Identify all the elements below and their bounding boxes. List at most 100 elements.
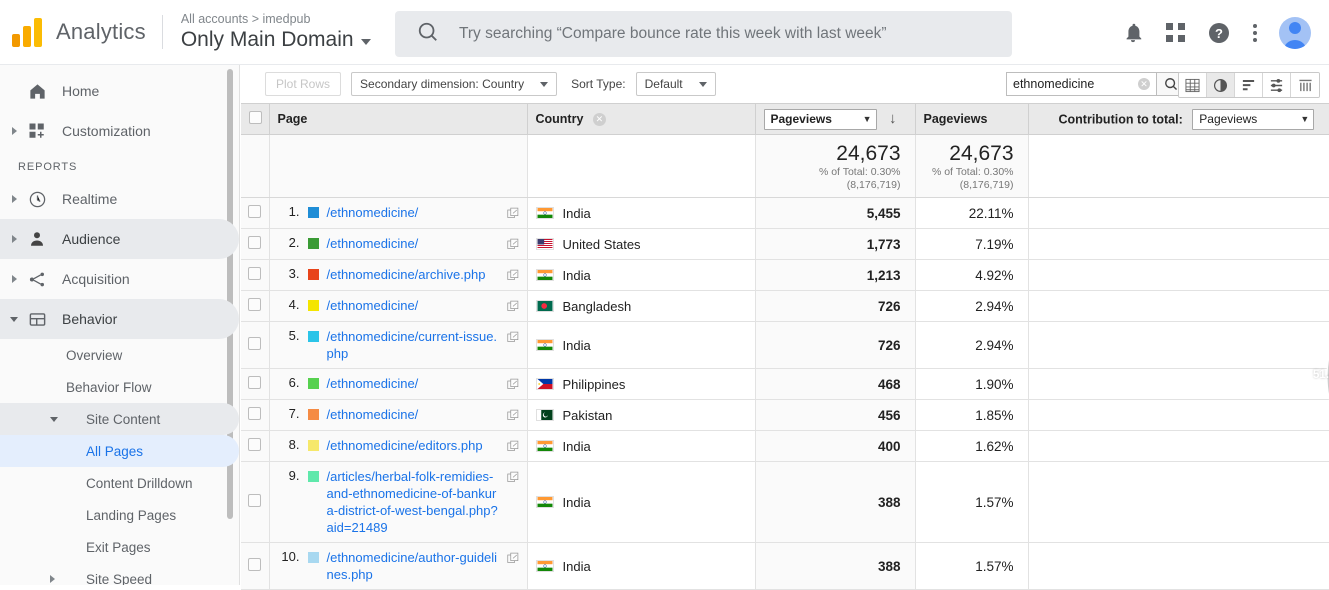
row-select-cell[interactable] bbox=[241, 543, 269, 590]
sidebar-item-overview[interactable]: Overview bbox=[0, 339, 239, 371]
sidebar-item-customization[interactable]: Customization bbox=[0, 111, 239, 151]
row-checkbox[interactable] bbox=[248, 267, 261, 280]
sidebar-item-acquisition[interactable]: Acquisition bbox=[0, 259, 239, 299]
select-all-header[interactable] bbox=[241, 104, 269, 135]
expand-arrow-icon[interactable] bbox=[6, 127, 22, 135]
row-select-cell[interactable] bbox=[241, 462, 269, 543]
row-checkbox[interactable] bbox=[248, 407, 261, 420]
row-checkbox[interactable] bbox=[248, 494, 261, 507]
row-page-link[interactable]: /ethnomedicine/editors.php bbox=[327, 437, 501, 454]
expand-arrow-icon[interactable] bbox=[6, 275, 22, 283]
expand-arrow-icon[interactable] bbox=[6, 195, 22, 203]
table-row[interactable]: 3./ethnomedicine/archive.phpIndia1,2134.… bbox=[241, 260, 1329, 291]
clear-icon[interactable]: ✕ bbox=[1138, 78, 1150, 90]
table-row[interactable]: 4./ethnomedicine/Bangladesh7262.94% bbox=[241, 291, 1329, 322]
sidebar-item-behavior[interactable]: Behavior bbox=[0, 299, 239, 339]
row-select-cell[interactable] bbox=[241, 198, 269, 229]
open-external-icon[interactable] bbox=[507, 378, 519, 393]
sidebar-item-site-content[interactable]: Site Content bbox=[0, 403, 239, 435]
row-select-cell[interactable] bbox=[241, 400, 269, 431]
row-page-link[interactable]: /ethnomedicine/ bbox=[327, 235, 501, 252]
sidebar-item-content-drilldown[interactable]: Content Drilldown bbox=[0, 467, 239, 499]
row-select-cell[interactable] bbox=[241, 369, 269, 400]
row-select-cell[interactable] bbox=[241, 229, 269, 260]
open-external-icon[interactable] bbox=[507, 300, 519, 315]
table-row[interactable]: 1./ethnomedicine/India5,45522.11% bbox=[241, 198, 1329, 229]
row-checkbox[interactable] bbox=[248, 376, 261, 389]
sidebar-item-landing-pages[interactable]: Landing Pages bbox=[0, 499, 239, 531]
sidebar-item-behavior-flow[interactable]: Behavior Flow bbox=[0, 371, 239, 403]
column-header-country[interactable]: Country ✕ bbox=[527, 104, 755, 135]
open-external-icon[interactable] bbox=[507, 440, 519, 455]
apps-grid-icon[interactable] bbox=[1166, 23, 1185, 42]
row-checkbox[interactable] bbox=[248, 205, 261, 218]
row-select-cell[interactable] bbox=[241, 260, 269, 291]
column-header-page[interactable]: Page bbox=[269, 104, 527, 135]
table-view-icon[interactable] bbox=[1179, 73, 1207, 97]
table-row[interactable]: 2./ethnomedicine/United States1,7737.19% bbox=[241, 229, 1329, 260]
metric-select[interactable]: Pageviews ▼ bbox=[764, 109, 877, 130]
collapse-arrow-icon[interactable] bbox=[50, 417, 58, 422]
table-row[interactable]: 6./ethnomedicine/Philippines4681.90% bbox=[241, 369, 1329, 400]
table-row[interactable]: 7./ethnomedicine/Pakistan4561.85% bbox=[241, 400, 1329, 431]
pie-view-icon[interactable] bbox=[1207, 73, 1235, 97]
collapse-arrow-icon[interactable] bbox=[6, 317, 22, 322]
column-header-pageviews[interactable]: Pageviews bbox=[915, 104, 1028, 135]
global-search[interactable] bbox=[395, 11, 1012, 57]
row-checkbox[interactable] bbox=[248, 438, 261, 451]
table-row[interactable]: 9./articles/herbal-folk-remidies-and-eth… bbox=[241, 462, 1329, 543]
row-select-cell[interactable] bbox=[241, 322, 269, 369]
row-page-link[interactable]: /ethnomedicine/ bbox=[327, 204, 501, 221]
kebab-menu-icon[interactable] bbox=[1253, 24, 1257, 42]
row-page-link[interactable]: /articles/herbal-folk-remidies-and-ethno… bbox=[327, 468, 501, 536]
sidebar-item-home[interactable]: Home bbox=[0, 71, 239, 111]
expand-arrow-icon[interactable] bbox=[50, 575, 55, 583]
sidebar-item-site-speed[interactable]: Site Speed bbox=[0, 563, 239, 585]
sidebar-item-exit-pages[interactable]: Exit Pages bbox=[0, 531, 239, 563]
row-page-link[interactable]: /ethnomedicine/ bbox=[327, 297, 501, 314]
performance-view-icon[interactable] bbox=[1235, 73, 1263, 97]
row-select-cell[interactable] bbox=[241, 291, 269, 322]
property-selector[interactable]: Only Main Domain bbox=[181, 27, 371, 53]
open-external-icon[interactable] bbox=[507, 471, 519, 486]
pivot-view-icon[interactable] bbox=[1291, 73, 1319, 97]
row-checkbox[interactable] bbox=[248, 236, 261, 249]
row-checkbox[interactable] bbox=[248, 337, 261, 350]
row-page-link[interactable]: /ethnomedicine/ bbox=[327, 375, 501, 392]
search-input[interactable] bbox=[459, 25, 979, 43]
secondary-dimension-button[interactable]: Secondary dimension: Country bbox=[351, 72, 557, 96]
row-page-link[interactable]: /ethnomedicine/ bbox=[327, 406, 501, 423]
sidebar-item-realtime[interactable]: Realtime bbox=[0, 179, 239, 219]
plot-rows-button[interactable]: Plot Rows bbox=[265, 72, 341, 96]
expand-arrow-icon[interactable] bbox=[6, 235, 22, 243]
remove-dimension-icon[interactable]: ✕ bbox=[593, 113, 606, 126]
open-external-icon[interactable] bbox=[507, 331, 519, 346]
sort-descending-icon[interactable]: ↓ bbox=[889, 110, 897, 127]
row-checkbox[interactable] bbox=[248, 558, 261, 571]
open-external-icon[interactable] bbox=[507, 269, 519, 284]
open-external-icon[interactable] bbox=[507, 552, 519, 567]
open-external-icon[interactable] bbox=[507, 238, 519, 253]
bell-icon[interactable] bbox=[1122, 22, 1144, 44]
table-row[interactable]: 10./ethnomedicine/author-guidelines.phpI… bbox=[241, 543, 1329, 590]
row-page-link[interactable]: /ethnomedicine/archive.php bbox=[327, 266, 501, 283]
sidebar-item-all-pages[interactable]: All Pages bbox=[0, 435, 239, 467]
select-all-checkbox[interactable] bbox=[249, 111, 262, 124]
row-select-cell[interactable] bbox=[241, 431, 269, 462]
table-row[interactable]: 5./ethnomedicine/current-issue.phpIndia7… bbox=[241, 322, 1329, 369]
contribution-select[interactable]: Pageviews ▼ bbox=[1192, 109, 1314, 130]
sort-type-select[interactable]: Default bbox=[636, 72, 716, 96]
comparison-view-icon[interactable] bbox=[1263, 73, 1291, 97]
table-row[interactable]: 8./ethnomedicine/editors.phpIndia4001.62… bbox=[241, 431, 1329, 462]
search-input[interactable] bbox=[1006, 72, 1156, 96]
row-page-link[interactable]: /ethnomedicine/author-guidelines.php bbox=[327, 549, 501, 583]
sidebar-item-audience[interactable]: Audience bbox=[0, 219, 239, 259]
row-page-link[interactable]: /ethnomedicine/current-issue.php bbox=[327, 328, 501, 362]
home-icon bbox=[22, 82, 52, 101]
row-checkbox[interactable] bbox=[248, 298, 261, 311]
help-icon[interactable]: ? bbox=[1207, 21, 1231, 45]
open-external-icon[interactable] bbox=[507, 207, 519, 222]
account-block[interactable]: All accounts > imedpub Only Main Domain bbox=[163, 11, 371, 53]
open-external-icon[interactable] bbox=[507, 409, 519, 424]
avatar[interactable] bbox=[1279, 17, 1311, 49]
